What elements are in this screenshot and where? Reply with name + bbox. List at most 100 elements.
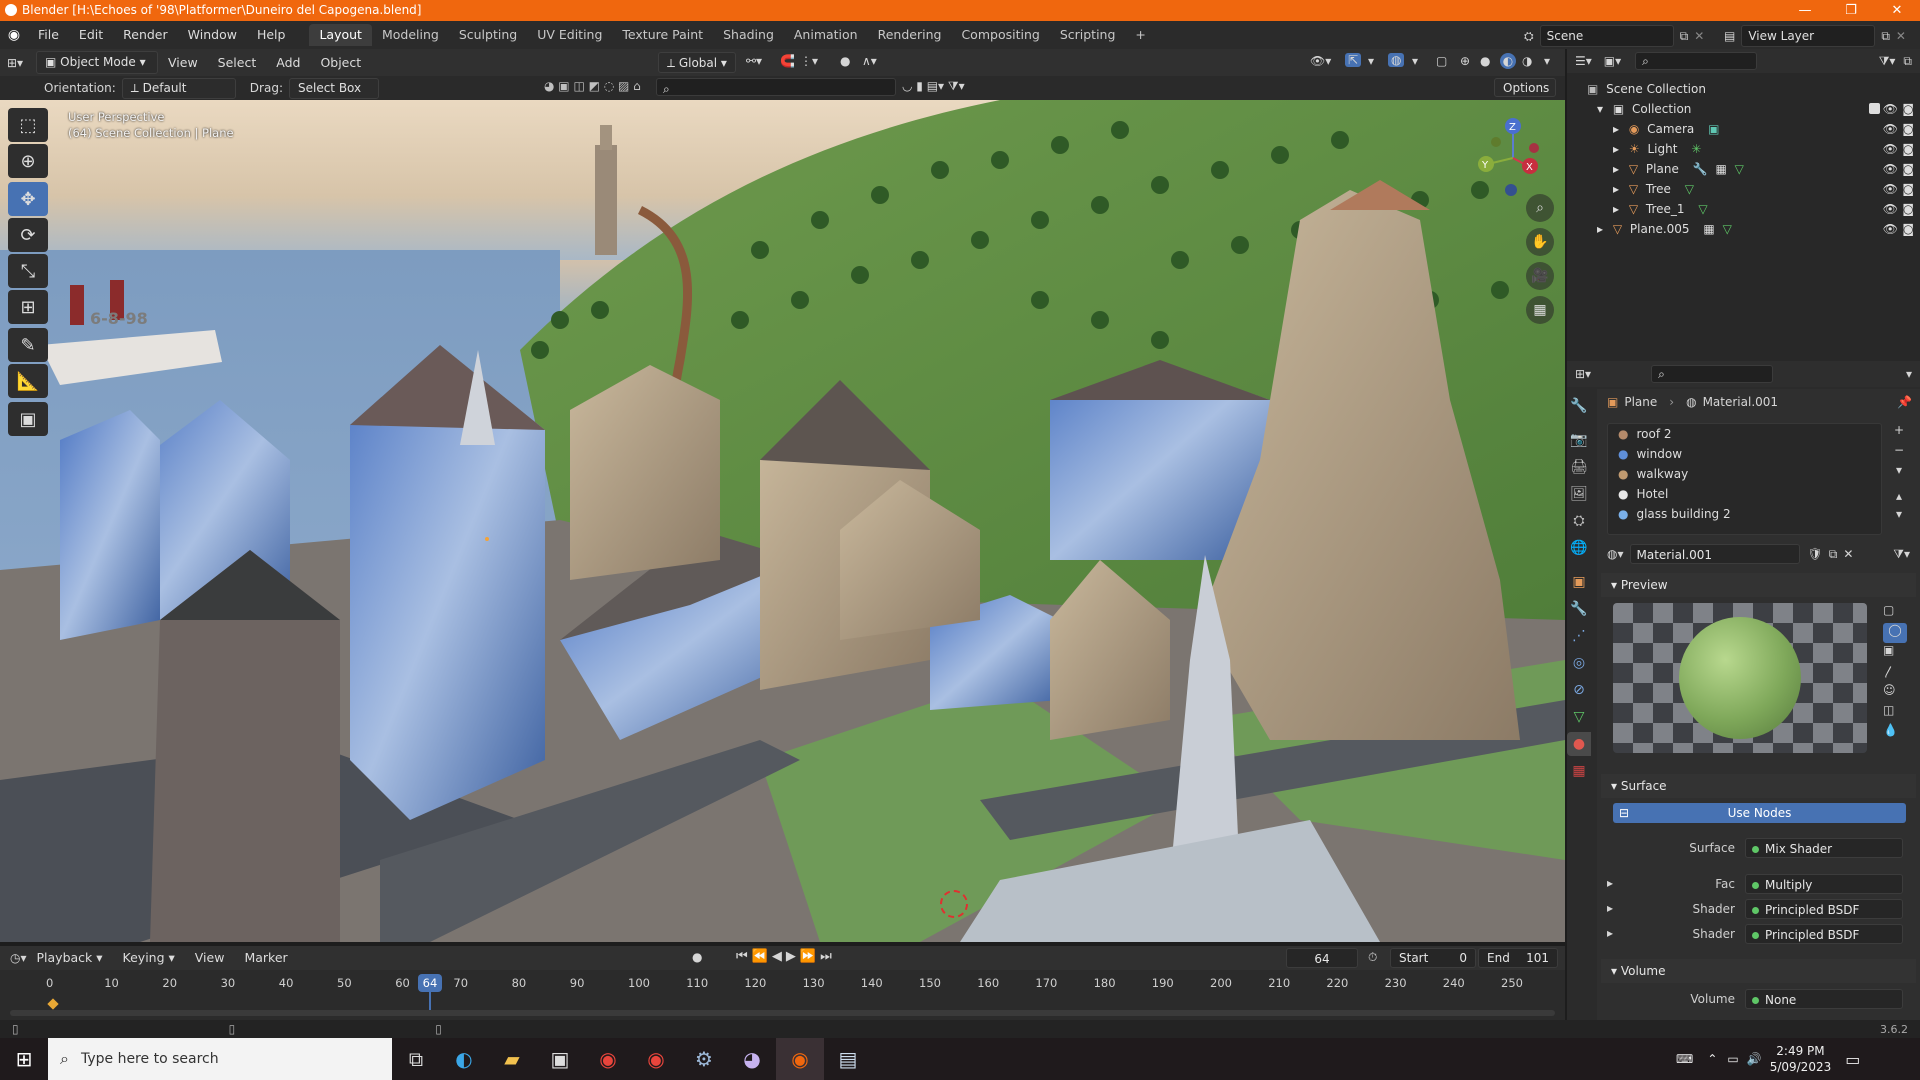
blender-menu-icon[interactable]: ◉ xyxy=(0,27,28,43)
add-slot-icon[interactable]: + xyxy=(1888,423,1910,443)
keyboard-icon[interactable]: ⌨ xyxy=(1676,1052,1693,1066)
stopwatch-icon[interactable]: ⏱ xyxy=(1368,950,1377,965)
surface-section-header[interactable]: ▾ Surface xyxy=(1601,774,1916,798)
fac-field[interactable]: Multiply xyxy=(1745,874,1903,894)
scale-icon[interactable]: ⤡ xyxy=(8,254,48,288)
edge-icon[interactable]: ◐ xyxy=(440,1038,488,1080)
timeline-editor-icon[interactable]: ◷▾ xyxy=(10,951,27,965)
outliner-row-plane-005[interactable]: ▸ ▽ Plane.005 ▦ ▽ 👁 ◙ xyxy=(1567,219,1920,239)
eye-icon[interactable]: 👁 xyxy=(1883,219,1898,239)
fake-user-icon[interactable]: 🛡 xyxy=(1808,547,1823,561)
falloff-icon[interactable]: ∧▾ xyxy=(862,54,877,68)
menu-timeline-view[interactable]: View xyxy=(185,946,235,970)
outliner-filter-icon[interactable]: ⧩▾ xyxy=(1879,54,1896,69)
new-collection-icon[interactable]: ⧉ xyxy=(1903,54,1912,69)
modifier-tab-icon[interactable]: 🔧 xyxy=(1567,597,1591,621)
expand-icon[interactable]: ▸ xyxy=(1613,202,1619,216)
navigation-gizmo[interactable]: Z Y X xyxy=(1466,108,1560,202)
minimize-icon[interactable]: — xyxy=(1782,0,1828,21)
material-slot-list[interactable]: ● roof 2 ● window ● walkway ● Hotel ● glass b… xyxy=(1607,423,1882,535)
transform-orientation-dropdown[interactable]: ⟂ Global ▾ xyxy=(658,52,736,73)
scene-selector[interactable]: ⛭ Scene ⧉ ✕ xyxy=(1524,25,1704,47)
slot-menu-icon[interactable]: ▾ xyxy=(1888,463,1910,489)
surface-shader-field[interactable]: Mix Shader xyxy=(1745,838,1903,858)
store-icon[interactable]: ▣ xyxy=(536,1038,584,1080)
preview-hair-icon[interactable]: 〳 xyxy=(1883,663,1907,683)
tab-animation[interactable]: Animation xyxy=(784,24,868,46)
new-view-layer-icon[interactable]: ⧉ xyxy=(1881,29,1890,44)
material-slot-item[interactable]: ● walkway xyxy=(1608,464,1881,484)
playhead[interactable]: 64 xyxy=(418,974,442,992)
move-down-icon[interactable]: ▾ xyxy=(1888,507,1910,525)
tab-uv-editing[interactable]: UV Editing xyxy=(527,24,612,46)
chrome-icon[interactable]: ◉ xyxy=(632,1038,680,1080)
add-cube-icon[interactable]: ▣ xyxy=(8,402,48,436)
outliner-row-camera[interactable]: ▸ ◉ Camera ▣ 👁 ◙ xyxy=(1567,119,1920,139)
expand-icon[interactable]: ▸ xyxy=(1607,901,1613,915)
material-slot-item[interactable]: ● window xyxy=(1608,444,1881,464)
node-link-icon[interactable]: ⧩▾ xyxy=(1893,547,1910,562)
texture-tab-icon[interactable]: ▦ xyxy=(1567,759,1591,783)
record-icon[interactable]: ● xyxy=(692,950,702,964)
render-camera-icon[interactable]: ◙ xyxy=(1902,119,1914,139)
outliner-row-scene-collection[interactable]: ▣ Scene Collection xyxy=(1567,79,1920,99)
pan-hand-icon[interactable]: ✋ xyxy=(1526,228,1554,256)
gizmo-neg-y[interactable] xyxy=(1491,137,1501,147)
expand-icon[interactable]: ▸ xyxy=(1607,876,1613,890)
expand-icon[interactable]: ▸ xyxy=(1613,142,1619,156)
rendered-shading-icon[interactable]: ◑ xyxy=(1522,54,1532,68)
render-camera-icon[interactable]: ◙ xyxy=(1902,139,1914,159)
remove-view-layer-icon[interactable]: ✕ xyxy=(1896,29,1906,43)
outliner-search-input[interactable]: ⌕ xyxy=(1635,52,1758,70)
material-browse-icon[interactable]: ◍▾ xyxy=(1607,547,1624,561)
zoom-icon[interactable]: ⌕ xyxy=(1526,194,1554,222)
notifications-icon[interactable]: ▭ xyxy=(1845,1050,1860,1069)
use-nodes-button[interactable]: ⊟ Use Nodes xyxy=(1613,803,1906,823)
timeline-ruler[interactable]: 0 10 20 30 40 50 60 70 80 90 100 110 120 130 140 150 160… xyxy=(0,976,1565,994)
expand-icon[interactable]: ▸ xyxy=(1613,182,1619,196)
preview-fluid-icon[interactable]: 💧 xyxy=(1883,723,1907,743)
constraints-tab-icon[interactable]: ⊘ xyxy=(1567,678,1591,702)
material-name-field[interactable]: Material.001 xyxy=(1629,544,1800,564)
material-slot-item[interactable]: ● Hotel xyxy=(1608,484,1881,504)
options-dropdown[interactable]: Options ▾ xyxy=(1494,78,1556,114)
preview-flat-icon[interactable]: ▢ xyxy=(1883,603,1907,623)
material-tab-icon[interactable]: ● xyxy=(1567,732,1591,756)
menu-select[interactable]: Select xyxy=(208,49,267,77)
gizmo-toggle-icon[interactable]: ⇱ xyxy=(1345,53,1362,67)
scene-tab-icon[interactable]: ⛭ xyxy=(1567,509,1591,533)
transform-icon[interactable]: ⊞ xyxy=(8,290,48,324)
material-slot-item[interactable]: ● roof 2 xyxy=(1608,424,1881,444)
camera-view-icon[interactable]: 🎥 xyxy=(1526,262,1554,290)
view-layer-selector[interactable]: ▤ View Layer ⧉ ✕ xyxy=(1724,25,1906,47)
view-layer-tab-icon[interactable]: 🖼 xyxy=(1567,482,1591,506)
properties-editor-icon[interactable]: ⊞▾ xyxy=(1575,367,1591,381)
menu-file[interactable]: File xyxy=(28,21,69,49)
remove-scene-icon[interactable]: ✕ xyxy=(1694,29,1704,43)
snap-icon[interactable]: 🧲 xyxy=(780,54,795,68)
viewport-extra-icons[interactable]: ◡ ▮ ▤▾ ⧩▾ xyxy=(902,79,965,94)
menu-marker[interactable]: Marker xyxy=(234,946,297,970)
menu-keying[interactable]: Keying ▾ xyxy=(113,946,185,970)
github-icon[interactable]: ◕ xyxy=(728,1038,776,1080)
tab-compositing[interactable]: Compositing xyxy=(951,24,1049,46)
new-scene-icon[interactable]: ⧉ xyxy=(1680,29,1689,44)
physics-tab-icon[interactable]: ◎ xyxy=(1567,651,1591,675)
scene-field[interactable]: Scene xyxy=(1539,25,1674,47)
tab-texture-paint[interactable]: Texture Paint xyxy=(612,24,713,46)
notepad-icon[interactable]: ▤ xyxy=(824,1038,872,1080)
properties-search-input[interactable]: ⌕ xyxy=(1651,365,1774,383)
preview-cloth-icon[interactable]: ◫ xyxy=(1883,703,1907,723)
menu-playback[interactable]: Playback ▾ xyxy=(27,946,113,970)
unlink-material-icon[interactable]: ✕ xyxy=(1843,547,1853,561)
solid-shading-icon[interactable]: ● xyxy=(1480,54,1490,68)
preview-sphere-icon[interactable]: ◯ xyxy=(1883,623,1907,643)
object-tab-icon[interactable]: ▣ xyxy=(1567,570,1591,594)
blender-icon[interactable]: ◉ xyxy=(776,1038,824,1080)
outliner-row-tree-1[interactable]: ▸ ▽ Tree_1 ▽ 👁 ◙ xyxy=(1567,199,1920,219)
expand-icon[interactable]: ▸ xyxy=(1607,926,1613,940)
render-camera-icon[interactable]: ◙ xyxy=(1902,219,1914,239)
chrome-icon[interactable]: ◉ xyxy=(584,1038,632,1080)
expand-icon[interactable]: ▾ xyxy=(1597,102,1603,116)
viewport-filter-icons[interactable]: ◕ ▣ ◫ ◩ ◌ ▨ ⌂ xyxy=(544,79,641,93)
